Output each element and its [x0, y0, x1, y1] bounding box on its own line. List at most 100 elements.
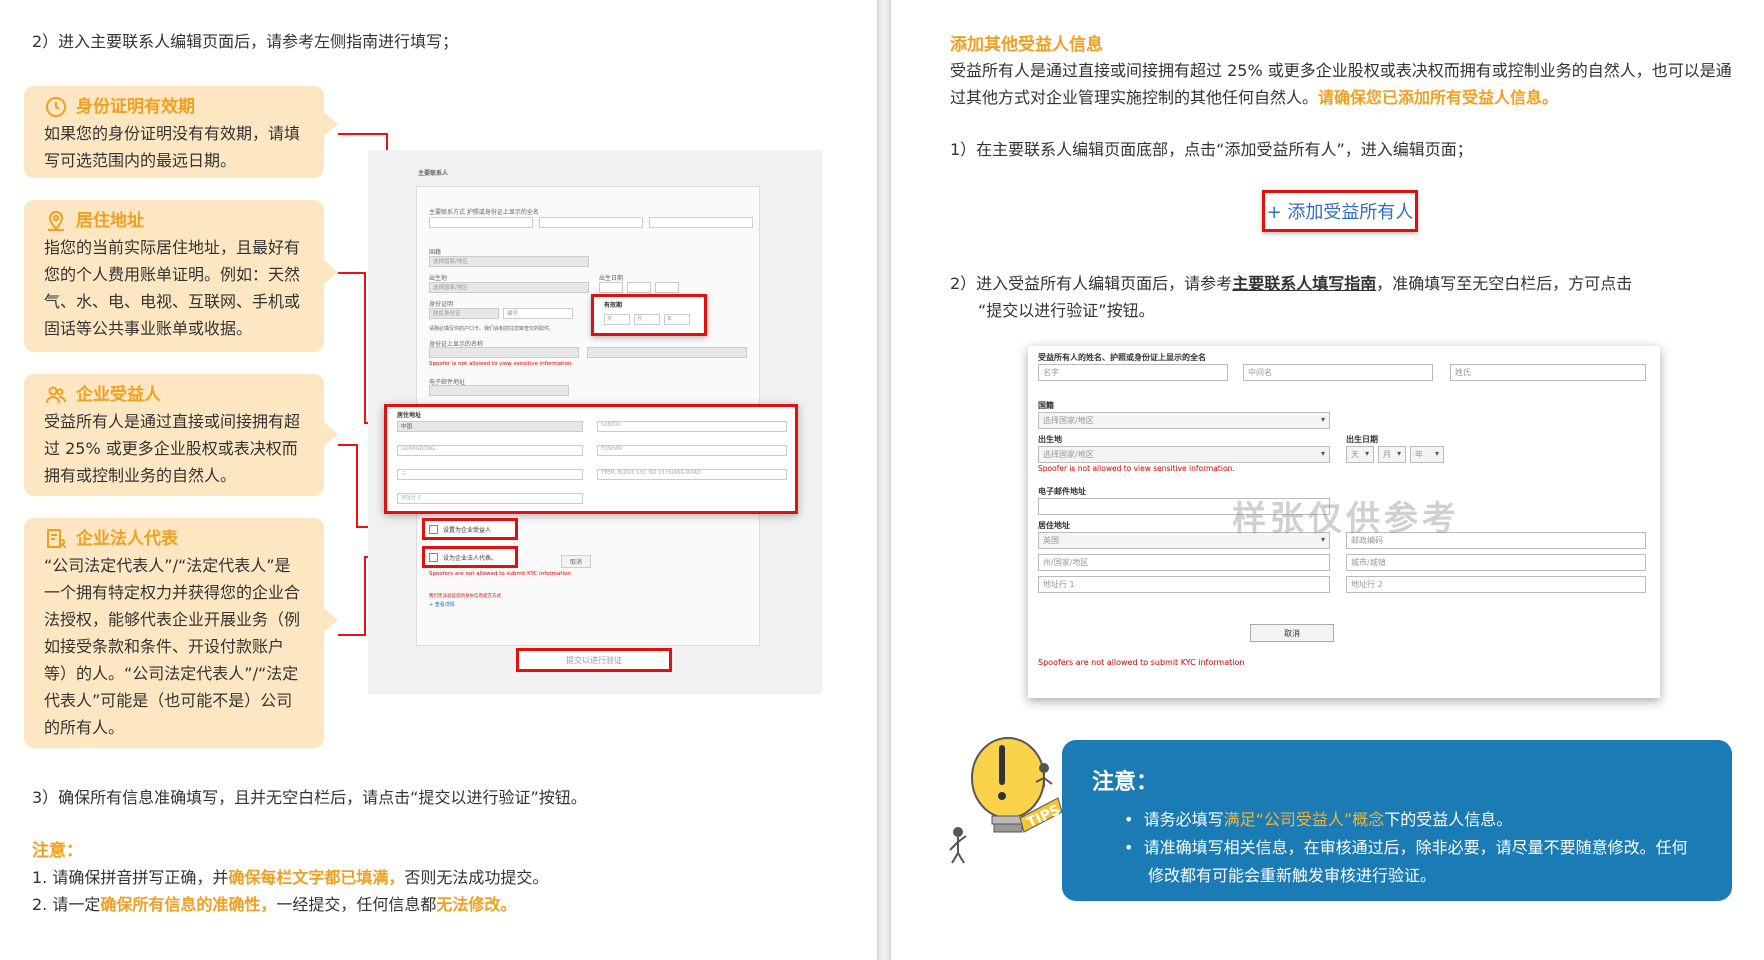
first-name-field[interactable]: 名字	[1038, 364, 1228, 381]
address-line1-field[interactable]: 三	[397, 469, 583, 480]
expiry-year-select[interactable]: 年	[664, 314, 690, 325]
note-text: 请务必填写	[1143, 810, 1224, 829]
contact-guide-link[interactable]: 主要联系人填写指南	[1232, 274, 1376, 293]
submit-highlight: 提交以进行验证	[516, 648, 672, 672]
note-item-2: • 请准确填写相关信息，在审核通过后，除非必要，请尽量不要随意修改。任何修改都有…	[1124, 838, 1688, 885]
birth-month-select[interactable]: 月	[1378, 446, 1406, 463]
connector-line	[356, 444, 358, 528]
birthdate-label: 出生日期	[599, 275, 624, 282]
lightbulb-tips-icon: TIPS	[949, 737, 1063, 864]
right-heading: 添加其他受益人信息	[950, 35, 1103, 55]
last-name-field[interactable]	[649, 217, 753, 228]
name-on-id-field-2[interactable]	[587, 347, 747, 358]
id-note: 请務必填写你的户口卡。我们会和前往您审查交的取件。	[429, 326, 555, 332]
users-icon	[46, 386, 66, 404]
right-step2-text: 2）进入受益所有人编辑页面后，请参考主要联系人填写指南，准确填写至无空白栏后，方…	[950, 270, 1740, 324]
last-name-field[interactable]: 姓氏	[1450, 364, 1646, 381]
legal-rep-check-label: 设为企业法人代表。	[443, 555, 498, 562]
address-line3-field[interactable]: 地址行 2	[397, 493, 583, 504]
nationality-select[interactable]: 选择国家/地区	[429, 256, 589, 267]
expiry-day-select[interactable]: 天	[604, 314, 630, 325]
card-title: 居住地址	[76, 211, 144, 231]
tips-note-box: 注意： • 请务必填写满足“公司受益人”概念下的受益人信息。 • 请准确填写相关…	[1062, 740, 1732, 901]
card-legal-representative: 企业法人代表 “公司法定代表人”/“法定代表人”是一个拥有特定权力并获得您的企业…	[24, 518, 338, 748]
connector-line	[364, 556, 366, 636]
left-note-title: 注意：	[32, 841, 83, 861]
note-text: 请准确填写相关信息，在审核通过后，除非必要，请尽量不要随意修改。任何修改都有可能…	[1143, 838, 1688, 885]
birthplace-select[interactable]: 选择国家/地区	[1038, 446, 1330, 463]
note-text: 否则无法成功提交。	[404, 868, 549, 887]
province-field[interactable]: GUANGDONG	[397, 445, 583, 456]
id-label: 身份证明	[429, 301, 454, 308]
step2-text: 2）进入受益所有人编辑页面后，请参考	[950, 274, 1233, 293]
details-link[interactable]: + 查看详情	[429, 601, 455, 608]
address-line2-field[interactable]: YTEM, BLOCK 130, NO 13 HUANG ROAD	[597, 469, 787, 480]
submit-button[interactable]: 提交以进行验证	[566, 655, 622, 666]
address-line1-field[interactable]: 地址行 1	[1038, 576, 1330, 593]
small-error-text: 我们无法验证您的身份信息提交方式	[429, 594, 501, 599]
spoof-error-text: Spoofer is not allowed to view sensitive…	[1038, 464, 1235, 473]
name-on-id-field[interactable]	[429, 347, 579, 358]
middle-name-field[interactable]: 中间名	[1243, 364, 1433, 381]
form-title: 主要联系人	[418, 170, 449, 177]
birth-year-select[interactable]	[655, 282, 679, 293]
birthplace-select[interactable]: 选择国家/地区	[429, 282, 589, 293]
middle-name-field[interactable]	[539, 217, 643, 228]
state-field[interactable]: 州/国家/地区	[1038, 554, 1330, 571]
right-step1-text: 1）在主要联系人编辑页面底部，点击“添加受益所有人”，进入编辑页面；	[950, 140, 1473, 159]
intro-highlight: 请确保您已添加所有受益人信息。	[1318, 88, 1559, 107]
card-residential-address: 居住地址 指您的当前实际居住地址，且最好有您的个人费用账单证明。例如：天然气、水…	[24, 200, 338, 352]
postal-field[interactable]: 528000	[597, 421, 787, 432]
beneficiary-name-label: 受益所有人的姓名、护照或身份证上显示的全名	[1038, 353, 1206, 362]
step2-text: “提交以进行验证”按钮。	[978, 301, 1155, 320]
birth-day-select[interactable]	[599, 282, 623, 293]
connector-line	[338, 444, 358, 446]
nationality-label: 国籍	[1038, 401, 1054, 410]
email-label: 电子邮件地址	[1038, 487, 1086, 496]
note-title: 注意：	[1092, 770, 1159, 795]
connector-line	[338, 272, 366, 274]
note-highlight: 无法修改。	[436, 895, 517, 914]
kyc-error-text: Spoofers are not allowed to submit KYC i…	[429, 571, 571, 577]
birth-year-select[interactable]: 年	[1410, 446, 1444, 463]
birthplace-label: 出生地	[1038, 435, 1062, 444]
address-label: 居住地址	[397, 412, 422, 419]
city-field[interactable]: 城市/城镇	[1346, 554, 1646, 571]
card-beneficiary: 企业受益人 受益所有人是通过直接或间接拥有超过 25% 或更多企业股权或表决权而…	[24, 374, 338, 496]
country-select[interactable]: 中国	[397, 421, 583, 432]
legal-rep-check-highlight: 设为企业法人代表。	[422, 546, 518, 568]
id-type-select[interactable]: 居民身份证	[429, 308, 499, 319]
connector-line	[338, 634, 366, 636]
clock-icon	[46, 97, 66, 117]
cancel-button[interactable]: 取消	[561, 555, 592, 568]
beneficiary-checkbox[interactable]	[429, 525, 438, 534]
expiry-month-select[interactable]: 月	[634, 314, 660, 325]
note-highlight: 满足“公司受益人”概念	[1223, 810, 1385, 829]
city-field[interactable]: FOSHAN	[597, 445, 787, 456]
birth-day-select[interactable]: 天	[1346, 446, 1374, 463]
address-label: 居住地址	[1038, 521, 1070, 530]
id-number-field[interactable]: 编号	[503, 308, 573, 319]
card-title: 企业法人代表	[76, 529, 178, 549]
card-body: 如果您的身份证明没有有效期，请填写可选范围内的最远日期。	[44, 124, 301, 170]
spoof-error-text: Spoofer is not allowed to view sensitive…	[429, 361, 572, 367]
birthplace-label: 出生地	[429, 275, 448, 282]
left-note-item-2: 2. 请一定确保所有信息的准确性，一经提交，任何信息都无法修改。	[32, 891, 516, 918]
connector-line	[338, 133, 388, 135]
legal-rep-checkbox[interactable]	[429, 553, 438, 562]
add-beneficiary-button[interactable]: + 添加受益所有人	[1262, 190, 1418, 232]
birth-month-select[interactable]	[627, 282, 651, 293]
note-text: 下的受益人信息。	[1384, 810, 1513, 829]
page-divider	[877, 0, 891, 960]
note-text: 一经提交，任何信息都	[276, 895, 437, 914]
address-line2-field[interactable]: 地址行 2	[1346, 576, 1646, 593]
nationality-label: 国籍	[429, 249, 442, 256]
email-field[interactable]	[429, 385, 569, 396]
cancel-button[interactable]: 取消	[1250, 624, 1334, 642]
expiry-label: 有效期	[604, 302, 623, 309]
sample-watermark: 样张仅供参考	[1232, 499, 1460, 539]
nationality-select[interactable]: 选择国家/地区	[1038, 412, 1330, 429]
note-text: 2. 请一定	[32, 895, 101, 914]
expiry-highlight: 有效期 天 月 年	[591, 294, 707, 336]
first-name-field[interactable]	[429, 217, 533, 228]
